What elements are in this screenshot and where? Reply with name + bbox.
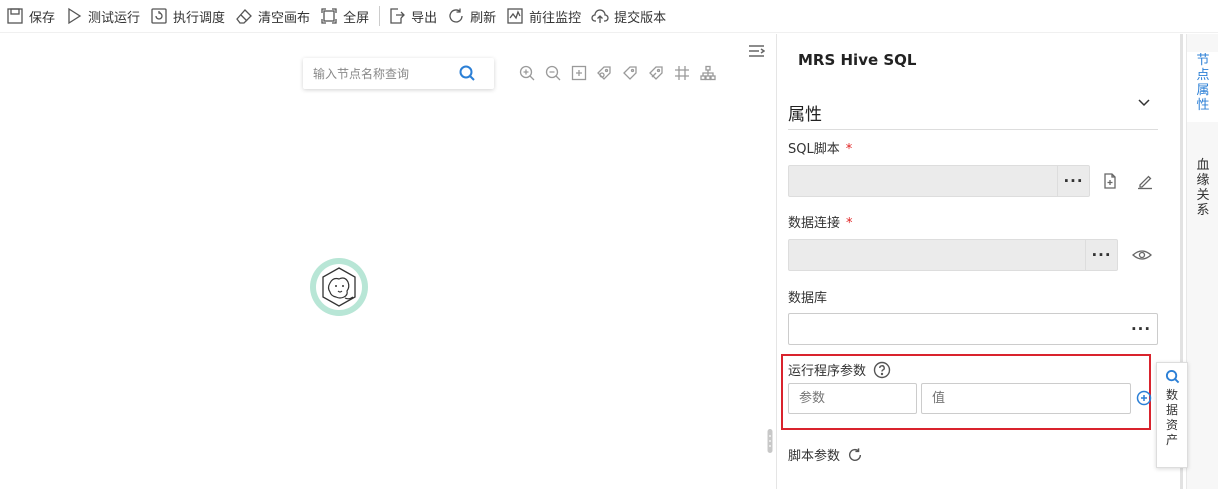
refresh-button[interactable]: 刷新 [447,0,496,33]
add-param-icon[interactable] [1136,390,1152,406]
sql-script-label-text: SQL脚本 [788,142,840,157]
submit-version-button[interactable]: 提交版本 [591,0,666,33]
sql-script-more-button[interactable]: ··· [1057,166,1089,196]
edit-icon[interactable] [1136,172,1154,190]
layout-icon[interactable] [699,64,717,82]
schedule-label: 执行调度 [173,10,226,26]
schedule-icon [151,8,167,24]
required-mark: * [845,142,853,157]
workflow-canvas[interactable] [0,34,773,489]
program-params-label-text: 运行程序参数 [788,364,867,379]
tab-lineage-char: 缘 [1196,173,1210,188]
sql-script-label: SQL脚本 * [788,138,852,157]
hive-node[interactable] [309,257,369,317]
clear-canvas-button[interactable]: 清空画布 [235,0,310,33]
database-label: 数据库 [788,291,828,306]
tag-icon[interactable] [621,64,639,82]
node-properties-panel: MRS Hive SQL 属性 SQL脚本 * ··· 数据连接 * ··· 数据库… [776,34,1180,489]
export-button[interactable]: 导出 [388,0,437,33]
data-assets-char: 据 [1165,403,1178,417]
refresh-label: 刷新 [470,10,497,26]
zoom-out-icon[interactable] [544,64,562,82]
monitor-button[interactable]: 前往监控 [506,0,581,33]
section-divider [788,129,1158,130]
export-label: 导出 [411,10,438,26]
tab-lineage-char: 关 [1196,188,1210,203]
tab-lineage-char: 系 [1196,203,1210,218]
test-run-button[interactable]: 测试运行 [65,0,140,33]
test-run-label: 测试运行 [88,10,141,26]
fullscreen-button[interactable]: 全屏 [320,0,369,33]
panel-title: MRS Hive SQL [798,51,917,69]
data-assets-char: 资 [1165,418,1178,432]
new-script-icon[interactable] [1101,172,1119,190]
data-assets-char: 数 [1165,388,1178,402]
data-assets-char: 产 [1165,433,1178,447]
database-field[interactable]: ··· [788,313,1158,345]
program-params-label: 运行程序参数 [788,360,891,379]
data-connection-more-button[interactable]: ··· [1085,240,1117,270]
tab-node-properties[interactable]: 节 点 属 性 [1187,52,1218,122]
play-icon [68,7,82,25]
cloud-upload-icon [591,9,609,23]
save-label: 保存 [29,10,56,26]
toolbar-divider [379,6,381,26]
grid-icon[interactable] [673,64,691,82]
script-params-label: 脚本参数 [788,445,863,464]
node-search-input[interactable] [313,66,453,81]
monitor-icon [507,8,523,24]
eraser-icon [236,9,252,24]
monitor-label: 前往监控 [529,10,582,26]
data-connection-label: 数据连接 * [788,212,853,231]
clear-canvas-label: 清空画布 [258,10,311,26]
tab-node-properties-char: 性 [1196,98,1210,113]
fullscreen-label: 全屏 [343,10,370,26]
database-more-button[interactable]: ··· [1125,314,1157,344]
tab-lineage[interactable]: 血 缘 关 系 [1187,158,1218,228]
tag-settings-icon[interactable] [595,64,613,82]
toolbar: 保存 测试运行 执行调度 清空画布 全屏 导出 刷新 前往监控 提交版本 [0,0,1218,33]
data-assets-button[interactable]: 数 据 资 产 [1156,362,1188,468]
refresh-icon[interactable] [847,447,863,463]
tab-node-properties-char: 节 [1196,53,1210,68]
section-title-attributes: 属性 [788,105,822,125]
tab-lineage-char: 血 [1196,158,1210,173]
schedule-button[interactable]: 执行调度 [150,0,225,33]
tab-node-properties-char: 点 [1196,68,1210,83]
zoom-in-icon[interactable] [518,64,536,82]
right-tab-strip: 节 点 属 性 血 缘 关 系 [1186,34,1218,489]
search-icon[interactable] [458,64,476,82]
save-button[interactable]: 保存 [6,0,55,33]
data-connection-field[interactable]: ··· [788,239,1118,271]
chevron-down-icon[interactable] [1137,96,1151,110]
param-name-input[interactable] [788,383,917,414]
export-icon [390,8,405,24]
tab-node-properties-char: 属 [1196,83,1210,98]
submit-version-label: 提交版本 [614,10,667,26]
canvas-tools [518,64,724,82]
script-params-label-text: 脚本参数 [788,449,841,464]
node-search [303,58,494,89]
sql-script-field[interactable]: ··· [788,165,1090,197]
save-icon [7,8,23,24]
help-icon[interactable] [873,361,891,379]
panel-resize-handle[interactable] [767,429,773,453]
data-connection-label-text: 数据连接 [788,216,841,231]
refresh-icon [449,8,463,23]
tag-remove-icon[interactable] [647,64,665,82]
fullscreen-icon [321,8,337,24]
eye-icon[interactable] [1132,246,1152,264]
required-mark: * [846,216,853,231]
collapse-panel-icon[interactable] [748,44,765,58]
search-icon [1165,369,1179,384]
fit-icon[interactable] [570,64,588,82]
param-value-input[interactable] [921,383,1131,414]
